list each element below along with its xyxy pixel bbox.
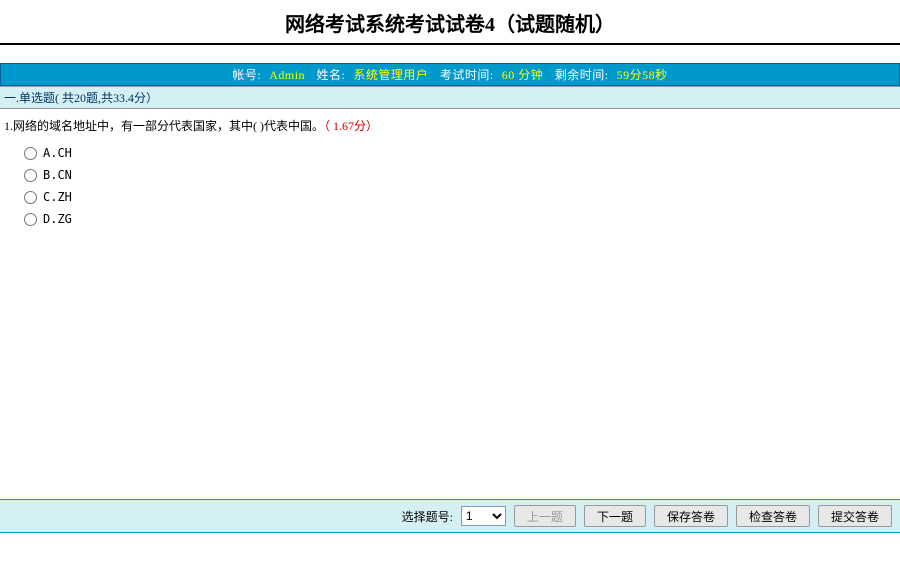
name-label: 姓名: <box>317 68 346 82</box>
info-bar: 帐号: Admin 姓名: 系统管理用户 考试时间: 60 分钟 剩余时间: 59分58… <box>0 63 900 86</box>
spacer <box>0 45 900 63</box>
exam-time-value: 60 分钟 <box>502 68 544 82</box>
section-header: 一.单选题( 共20题,共33.4分） <box>0 86 900 109</box>
option-row[interactable]: D.ZG <box>24 210 896 228</box>
question-area: 1.网络的域名地址中，有一部分代表国家，其中( )代表中国。（ 1.67分） A… <box>0 109 900 236</box>
question-points: （ 1.67分） <box>324 119 378 133</box>
options-list: A.CH B.CN C.ZH D.ZG <box>4 144 896 228</box>
remaining-value: 59分58秒 <box>617 68 668 82</box>
name-value: 系统管理用户 <box>353 68 428 82</box>
question-body: 网络的域名地址中，有一部分代表国家，其中( )代表中国。 <box>13 119 324 133</box>
next-question-button[interactable]: 下一题 <box>584 505 646 527</box>
select-question-label: 选择题号: <box>402 508 453 525</box>
option-row[interactable]: B.CN <box>24 166 896 184</box>
option-label: B.CN <box>43 168 72 182</box>
option-radio-d[interactable] <box>24 213 37 226</box>
account-value: Admin <box>269 68 305 82</box>
page-title: 网络考试系统考试试卷4（试题随机） <box>0 8 900 37</box>
option-label: A.CH <box>43 146 72 160</box>
check-answer-button[interactable]: 检查答卷 <box>736 505 810 527</box>
option-radio-a[interactable] <box>24 147 37 160</box>
submit-answer-button[interactable]: 提交答卷 <box>818 505 892 527</box>
option-row[interactable]: C.ZH <box>24 188 896 206</box>
option-radio-b[interactable] <box>24 169 37 182</box>
remaining-label: 剩余时间: <box>555 68 609 82</box>
question-number-select[interactable]: 1 <box>461 506 506 526</box>
question-text: 1.网络的域名地址中，有一部分代表国家，其中( )代表中国。（ 1.67分） <box>4 117 896 134</box>
option-label: D.ZG <box>43 212 72 226</box>
page-header: 网络考试系统考试试卷4（试题随机） <box>0 0 900 45</box>
option-row[interactable]: A.CH <box>24 144 896 162</box>
option-radio-c[interactable] <box>24 191 37 204</box>
save-answer-button[interactable]: 保存答卷 <box>654 505 728 527</box>
footer-bar: 选择题号: 1 上一题 下一题 保存答卷 检查答卷 提交答卷 <box>0 499 900 533</box>
question-number: 1. <box>4 119 13 133</box>
option-label: C.ZH <box>43 190 72 204</box>
prev-question-button[interactable]: 上一题 <box>514 505 576 527</box>
account-label: 帐号: <box>232 68 261 82</box>
exam-time-label: 考试时间: <box>440 68 494 82</box>
